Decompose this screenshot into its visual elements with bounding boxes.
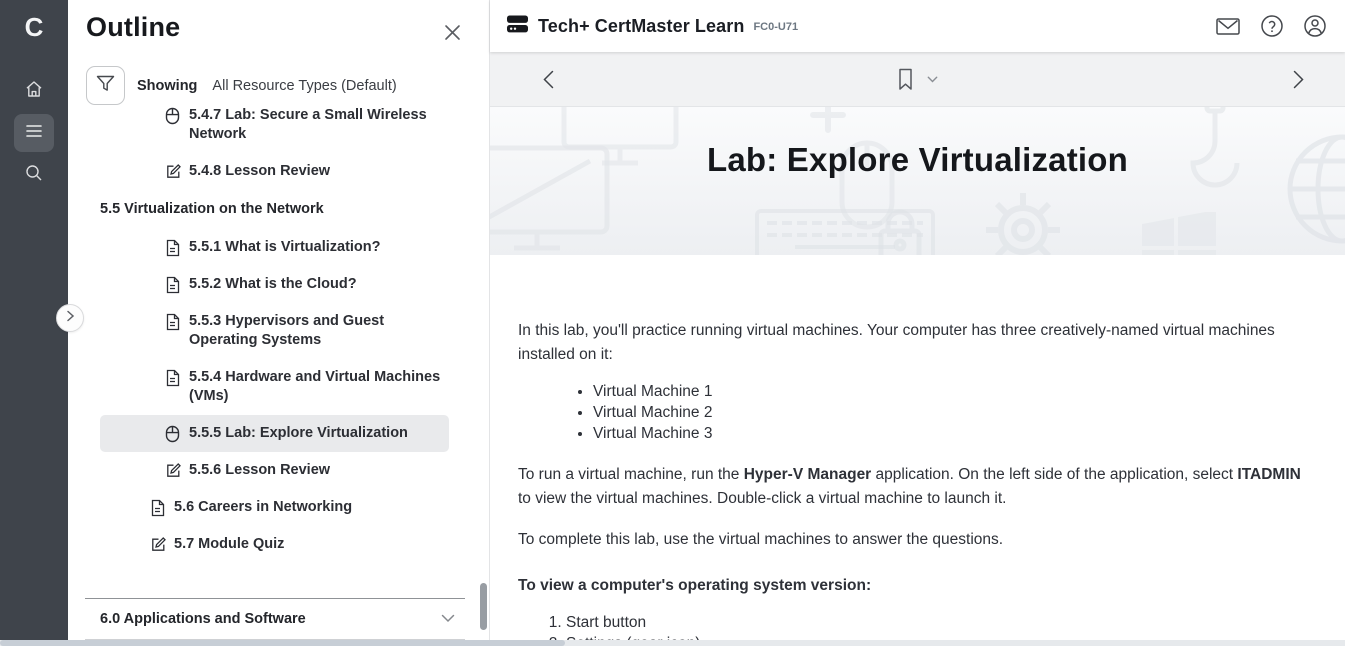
outline-list-icon	[25, 124, 43, 143]
home-icon	[24, 79, 44, 104]
horizontal-scrollbar[interactable]	[0, 640, 1345, 646]
chevron-right-icon	[66, 309, 75, 327]
next-page-button[interactable]	[1286, 64, 1311, 95]
outline-item[interactable]: 5.4.7 Lab: Secure a Small Wireless Netwo…	[100, 105, 449, 153]
outline-button[interactable]	[14, 114, 54, 152]
document-icon	[165, 239, 182, 257]
previous-page-button[interactable]	[536, 64, 561, 95]
gear-icon	[978, 185, 1068, 255]
complete-paragraph: To complete this lab, use the virtual ma…	[518, 528, 1305, 552]
resource-filter-row: Showing All Resource Types (Default)	[68, 50, 489, 105]
app-title: Tech+ CertMaster Learn	[538, 16, 744, 37]
outline-item[interactable]: 5.5.3 Hypervisors and Guest Operating Sy…	[100, 303, 449, 359]
help-button[interactable]	[1260, 14, 1284, 38]
bookmark-button[interactable]	[897, 68, 914, 91]
step-item: Settings (gear icon)	[566, 633, 1305, 640]
outline-item[interactable]: 5.5.1 What is Virtualization?	[100, 229, 449, 266]
home-button[interactable]	[14, 72, 54, 110]
run-instructions-paragraph: To run a virtual machine, run the Hyper-…	[518, 463, 1305, 511]
itadmin-term: ITADMIN	[1237, 466, 1300, 483]
bookmark-caret-down-icon[interactable]	[927, 76, 938, 83]
outline-list: 5.4.7 Lab: Secure a Small Wireless Netwo…	[68, 105, 489, 598]
outline-item[interactable]: 5.5.6 Lesson Review	[100, 452, 449, 489]
outline-item[interactable]: 5.5.2 What is the Cloud?	[100, 266, 449, 303]
lock-icon	[875, 207, 925, 255]
filter-label: Showing	[137, 78, 197, 94]
document-icon	[165, 369, 182, 387]
lesson-review-edit-icon	[165, 163, 182, 180]
lesson-content: In this lab, you'll practice running vir…	[490, 255, 1345, 640]
panel-collapse-toggle[interactable]	[56, 304, 84, 332]
close-outline-button[interactable]	[440, 20, 465, 50]
vm-list-item: Virtual Machine 3	[593, 423, 1305, 444]
quiz-edit-icon	[150, 536, 167, 553]
outline-section-header: 5.5 Virtualization on the Network	[100, 190, 449, 229]
run-text: application. On the left side of the app…	[871, 466, 1237, 483]
document-icon	[165, 276, 182, 294]
hyper-v-manager-term: Hyper-V Manager	[744, 466, 871, 483]
mouse-icon	[165, 425, 182, 443]
step-item: Start button	[566, 612, 1305, 633]
collapsed-section-label: 6.0 Applications and Software	[100, 611, 306, 627]
page-title: Lab: Explore Virtualization	[490, 107, 1345, 179]
mouse-icon	[165, 107, 182, 125]
vm-list-item: Virtual Machine 1	[593, 381, 1305, 402]
outline-item[interactable]: 5.5.4 Hardware and Virtual Machines (VMs…	[100, 359, 449, 415]
document-icon	[150, 499, 167, 517]
course-code: FC0-U71	[753, 21, 798, 33]
outline-item[interactable]: 5.4.8 Lesson Review	[100, 153, 449, 190]
outline-scrollbar-thumb[interactable]	[480, 583, 487, 630]
search-button[interactable]	[14, 156, 54, 194]
close-icon	[444, 28, 461, 45]
comptia-logo: C	[0, 0, 68, 46]
outline-item[interactable]: 5.7 Module Quiz	[100, 526, 449, 563]
outline-footer: 6.0 Applications and Software	[68, 598, 489, 640]
filter-button[interactable]	[86, 66, 125, 105]
chevron-down-icon	[441, 610, 455, 628]
main-area: Tech+ CertMaster Learn FC0-U71	[490, 0, 1345, 640]
filter-value: All Resource Types (Default)	[212, 78, 396, 94]
lesson-navigation-bar	[490, 52, 1345, 107]
run-text: to view the virtual machines. Double-cli…	[518, 490, 1006, 507]
outline-panel: Outline Showing All Resource Types (Defa…	[68, 0, 490, 640]
horizontal-scrollbar-thumb[interactable]	[0, 640, 565, 646]
outline-panel-title: Outline	[86, 12, 180, 43]
app-header: Tech+ CertMaster Learn FC0-U71	[490, 0, 1345, 52]
filter-funnel-icon	[96, 75, 115, 97]
intro-paragraph: In this lab, you'll practice running vir…	[518, 319, 1305, 367]
vm-list-item: Virtual Machine 2	[593, 402, 1305, 423]
outline-collapsed-section[interactable]: 6.0 Applications and Software	[85, 599, 465, 639]
outline-item-current[interactable]: 5.5.5 Lab: Explore Virtualization	[100, 415, 449, 452]
steps-list: Start button Settings (gear icon)	[518, 612, 1305, 640]
lesson-review-edit-icon	[165, 462, 182, 479]
outline-item[interactable]: 5.6 Careers in Networking	[100, 489, 449, 526]
mail-button[interactable]	[1215, 16, 1241, 37]
document-icon	[165, 313, 182, 331]
search-icon	[24, 163, 44, 188]
vm-list: Virtual Machine 1 Virtual Machine 2 Virt…	[518, 381, 1305, 444]
view-os-heading: To view a computer's operating system ve…	[518, 574, 1305, 598]
run-text: To run a virtual machine, run the	[518, 466, 744, 483]
lesson-banner: Lab: Explore Virtualization	[490, 107, 1345, 255]
account-button[interactable]	[1303, 14, 1327, 38]
certmaster-logo	[506, 14, 529, 39]
